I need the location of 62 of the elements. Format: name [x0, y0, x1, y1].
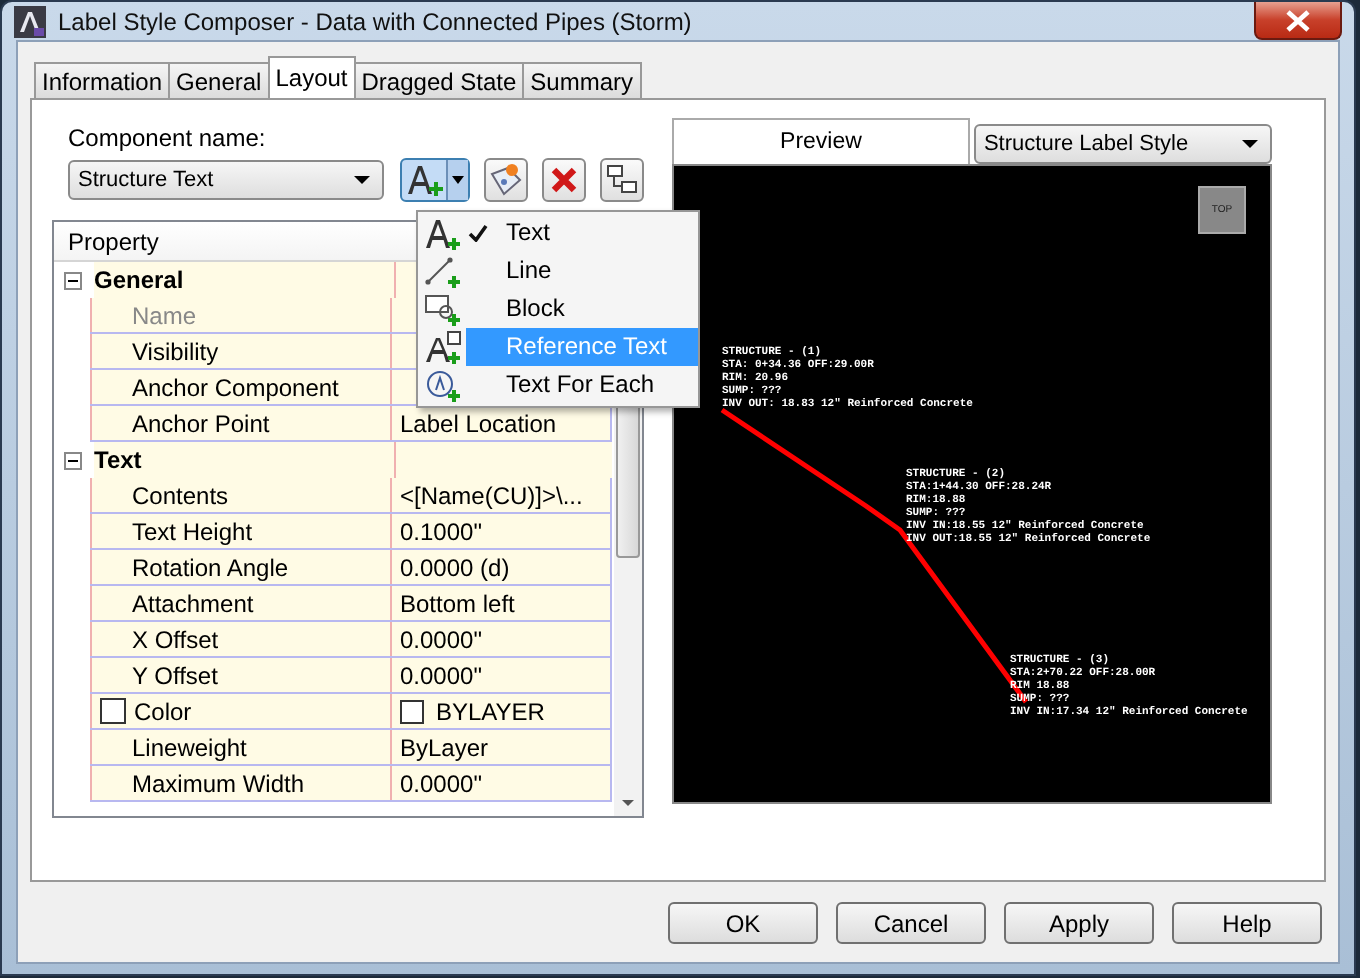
category-label: General — [94, 262, 394, 298]
property-value[interactable]: BYLAYER — [436, 697, 545, 725]
property-name: Attachment — [90, 586, 390, 620]
property-name: Text Height — [90, 514, 390, 548]
dialog-button[interactable]: OK — [668, 902, 818, 944]
close-button[interactable] — [1254, 2, 1342, 40]
column-header: Property — [68, 227, 159, 255]
checkbox[interactable] — [100, 698, 126, 724]
reference-component-icon — [423, 329, 461, 365]
property-value[interactable]: Bottom left — [390, 586, 612, 620]
hierarchy-icon — [604, 162, 640, 198]
close-icon — [1286, 9, 1310, 31]
dialog-button[interactable]: Help — [1172, 902, 1322, 944]
component-name-label: Component name: — [68, 124, 268, 152]
property-name: X Offset — [90, 622, 390, 656]
copy-component-button[interactable] — [484, 158, 528, 202]
style-dropdown[interactable]: Structure Label Style — [973, 124, 1272, 164]
menu-item[interactable]: Line — [418, 252, 698, 290]
property-value[interactable]: 0.0000" — [390, 622, 612, 656]
window-title: Label Style Composer - Data with Connected Pipes (Storm) — [58, 7, 692, 35]
menu-item[interactable]: Text — [418, 214, 698, 252]
tag-icon — [488, 162, 524, 198]
add-text-icon — [406, 162, 446, 198]
menu-item[interactable]: Text For Each — [418, 366, 698, 404]
line-component-icon — [423, 253, 461, 289]
property-name: Visibility — [90, 334, 390, 368]
tab[interactable]: Information — [34, 62, 171, 98]
property-name: Rotation Angle — [90, 550, 390, 584]
block-component-icon — [423, 291, 461, 327]
property-name: Maximum Width — [90, 766, 390, 800]
menu-item[interactable]: Block — [418, 290, 698, 328]
category-label: Text — [94, 442, 394, 478]
add-component-button[interactable] — [400, 158, 470, 202]
component-name-dropdown[interactable]: Structure Text — [68, 160, 384, 200]
property-name: Contents — [90, 478, 390, 512]
property-name: Anchor Point — [90, 406, 390, 440]
property-value[interactable]: 0.0000" — [390, 766, 612, 800]
delete-icon — [548, 164, 580, 196]
property-name: Y Offset — [90, 658, 390, 692]
property-value[interactable]: 0.1000" — [390, 514, 612, 548]
collapse-icon[interactable] — [64, 451, 82, 469]
property-value[interactable]: ByLayer — [390, 730, 612, 764]
property-name: Color — [134, 697, 192, 725]
property-value[interactable]: 0.0000 (d) — [390, 550, 612, 584]
property-value[interactable]: Label Location — [390, 406, 612, 440]
property-name: Lineweight — [90, 730, 390, 764]
tab[interactable]: Dragged State — [353, 62, 525, 98]
color-swatch — [400, 699, 424, 723]
dialog-button[interactable]: Cancel — [836, 902, 986, 944]
delete-button[interactable] — [542, 158, 586, 202]
text-component-icon — [423, 215, 461, 251]
property-value[interactable]: 0.0000" — [390, 658, 612, 692]
tab[interactable]: Summary — [522, 62, 641, 98]
tab[interactable]: Layout — [267, 56, 356, 98]
property-value[interactable]: <[Name(CU)]>\... — [390, 478, 612, 512]
component-order-button[interactable] — [600, 158, 644, 202]
foreach-component-icon — [423, 367, 461, 403]
property-name: Name — [90, 298, 390, 332]
dialog-button[interactable]: Apply — [1004, 902, 1154, 944]
tab[interactable]: General — [168, 62, 270, 98]
collapse-icon[interactable] — [64, 271, 82, 289]
property-name: Anchor Component — [90, 370, 390, 404]
